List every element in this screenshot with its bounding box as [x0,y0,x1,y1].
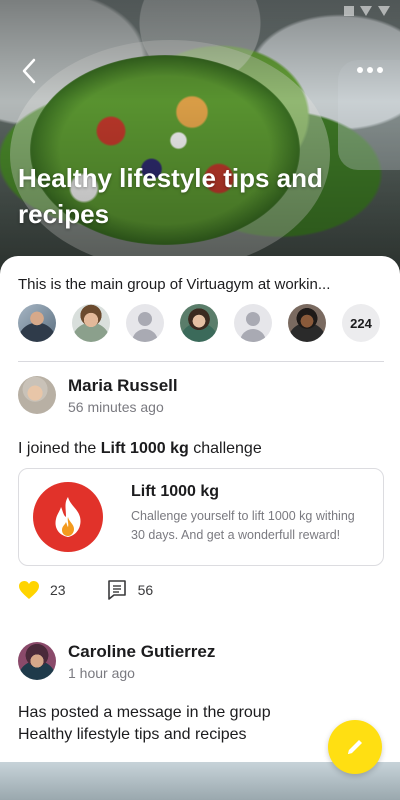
challenge-badge [33,482,103,552]
post-reactions: 23 56 [18,579,153,601]
wifi-icon [360,6,372,16]
post-text: I joined the Lift 1000 kg challenge [18,438,262,460]
like-count: 23 [50,582,66,598]
post-timestamp: 56 minutes ago [68,399,164,415]
avatar[interactable] [18,376,56,414]
post-text-line: Has posted a message in the group [18,704,271,721]
member-avatars: 224 [18,304,380,342]
heart-icon [19,581,39,599]
group-description[interactable]: This is the main group of Virtuagym at w… [18,276,382,293]
more-options-button[interactable] [354,58,386,82]
challenge-description: Challenge yourself to lift 1000 kg withi… [131,509,355,542]
status-bar-icons [344,6,390,16]
post-timestamp: 1 hour ago [68,665,135,681]
member-avatar[interactable] [288,304,326,342]
group-feed: This is the main group of Virtuagym at w… [0,256,400,800]
challenge-card[interactable]: Lift 1000 kg Challenge yourself to lift … [18,468,384,566]
like-button[interactable]: 23 [18,580,66,600]
post-author: Maria Russell 56 minutes ago [18,376,178,417]
member-avatar[interactable] [72,304,110,342]
group-title: Healthy lifestyle tips and recipes [18,163,323,229]
chevron-left-icon [22,58,36,84]
divider [18,361,384,362]
comment-icon [107,580,126,600]
member-avatar-placeholder[interactable] [234,304,272,342]
author-name[interactable]: Caroline Gutierrez [68,642,215,662]
post-text-line: Healthy lifestyle tips and recipes [18,726,247,743]
post-text: Has posted a message in the group Health… [18,702,271,746]
challenge-title: Lift 1000 kg [131,483,220,500]
member-avatar[interactable] [180,304,218,342]
avatar[interactable] [18,642,56,680]
post-text-suffix: challenge [188,440,262,457]
author-name[interactable]: Maria Russell [68,376,178,396]
flame-icon [55,497,81,537]
compose-post-button[interactable] [328,720,382,774]
cover-shade [0,0,400,290]
comment-count: 56 [137,582,154,598]
post-text-prefix: I joined the [18,440,101,457]
member-avatar-placeholder[interactable] [126,304,164,342]
post-author: Caroline Gutierrez 1 hour ago [18,642,215,683]
member-avatar[interactable] [18,304,56,342]
signal-icon [378,6,390,16]
status-square-icon [344,6,354,16]
member-count-badge[interactable]: 224 [342,304,380,342]
pencil-icon [348,740,362,754]
group-cover-image [0,0,400,290]
more-horizontal-icon [357,67,383,73]
comment-button[interactable]: 56 [106,579,154,601]
back-button[interactable] [18,56,44,86]
post-text-challenge: Lift 1000 kg [100,440,189,457]
